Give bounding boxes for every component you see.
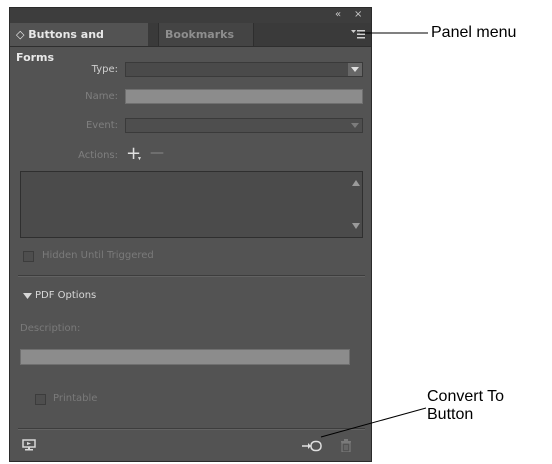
printable-label: Printable — [53, 393, 98, 404]
close-icon[interactable]: × — [354, 9, 362, 21]
actions-label: Actions: — [78, 150, 118, 161]
hidden-until-triggered-checkbox[interactable] — [23, 251, 34, 262]
convert-callout-line2: Button — [427, 406, 474, 423]
pdf-options-label: PDF Options — [35, 290, 97, 301]
collapse-icon[interactable]: « — [335, 9, 341, 21]
chevron-down-icon[interactable] — [348, 63, 362, 76]
convert-callout-line — [320, 407, 427, 438]
panel-title-strip: « × — [10, 8, 371, 23]
remove-action-icon[interactable]: — — [150, 145, 164, 161]
printable-checkbox[interactable] — [35, 394, 46, 405]
description-label: Description: — [20, 323, 81, 334]
convert-to-button-icon[interactable] — [302, 440, 322, 452]
tab-bookmarks[interactable]: Bookmarks — [158, 23, 254, 46]
scroll-down-icon[interactable] — [352, 223, 360, 229]
disclosure-triangle-icon — [23, 293, 32, 299]
event-label: Event: — [85, 120, 118, 131]
name-label: Name: — [85, 91, 118, 102]
add-action-dropdown-icon: ▼ — [137, 156, 142, 162]
panel-menu-callout: Panel menu — [431, 24, 517, 41]
tab-buttons-and-forms[interactable]: ◇ Buttons and Forms — [10, 23, 148, 64]
type-select[interactable] — [125, 62, 363, 77]
chevron-down-icon[interactable] — [348, 119, 362, 132]
type-label: Type: — [91, 64, 118, 75]
actions-list[interactable] — [20, 171, 363, 238]
event-select[interactable] — [125, 118, 363, 133]
trash-icon[interactable] — [340, 439, 352, 452]
panel-menu-callout-line — [360, 32, 428, 34]
name-field[interactable] — [125, 89, 363, 104]
preview-icon[interactable] — [22, 439, 36, 451]
divider — [18, 275, 365, 277]
hidden-until-triggered-label: Hidden Until Triggered — [42, 250, 154, 261]
scroll-up-icon[interactable] — [352, 180, 360, 186]
description-field[interactable] — [20, 349, 350, 365]
tab-bar: ◇ Buttons and Forms Bookmarks — [10, 23, 371, 64]
buttons-and-forms-panel: « × ◇ Buttons and Forms Bookmarks Type: … — [9, 7, 372, 462]
divider — [18, 428, 365, 430]
convert-callout-line1: Convert To — [427, 388, 505, 405]
